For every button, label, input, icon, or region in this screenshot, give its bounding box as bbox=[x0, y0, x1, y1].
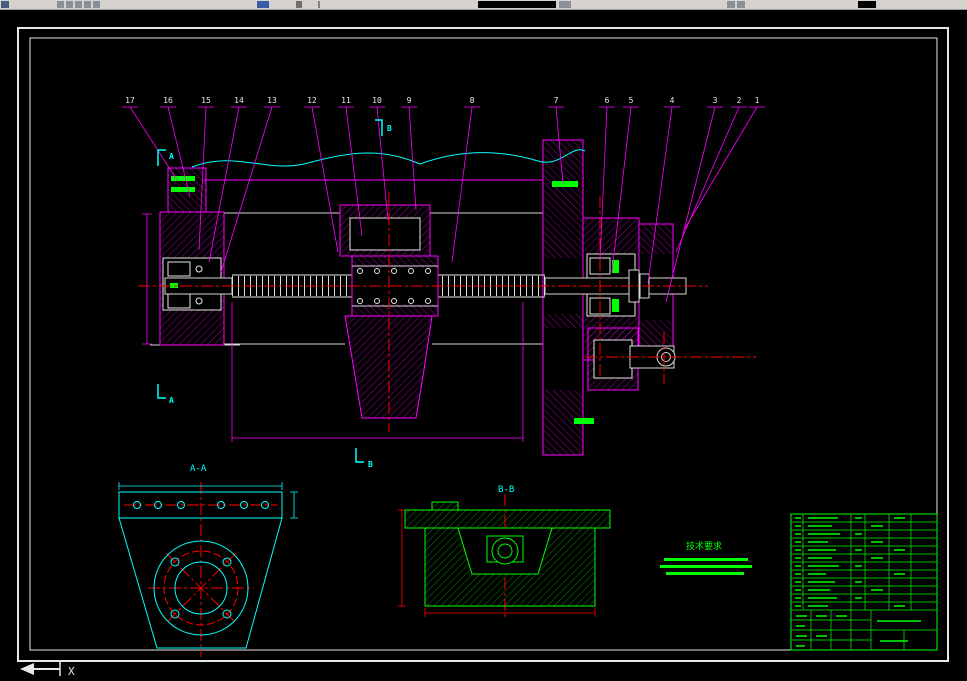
tech-requirements-line bbox=[666, 572, 744, 575]
tech-requirements-line bbox=[664, 558, 748, 561]
tech-requirements-line bbox=[660, 565, 752, 568]
section-view-bb: B-B bbox=[404, 485, 611, 607]
cut-mark-a-bottom: A bbox=[169, 396, 174, 405]
callout-label: 3 bbox=[713, 96, 718, 105]
drawing-canvas[interactable]: 17 16 15 14 13 12 11 10 9 8 7 6 5 4 3 2 … bbox=[0, 0, 967, 681]
callout-label: 4 bbox=[670, 96, 675, 105]
tech-requirements-title: 技术要求 bbox=[686, 540, 722, 552]
toolbar-icon[interactable] bbox=[737, 1, 745, 8]
toolbar-fragment bbox=[858, 1, 876, 8]
break-line bbox=[191, 149, 586, 168]
cad-window: 17 16 15 14 13 12 11 10 9 8 7 6 5 4 3 2 … bbox=[0, 0, 967, 681]
toolbar-input[interactable] bbox=[478, 1, 556, 8]
title-block bbox=[791, 609, 937, 650]
toolbar-icon[interactable] bbox=[257, 1, 269, 8]
toolbar-icon[interactable] bbox=[84, 1, 91, 8]
toolbar-separator bbox=[318, 1, 320, 8]
callout-label: 8 bbox=[470, 96, 475, 105]
ucs-icon: X bbox=[20, 662, 75, 678]
toolbar-icon[interactable] bbox=[296, 1, 302, 8]
bom-table bbox=[790, 513, 938, 651]
aa-view-label: A-A bbox=[190, 464, 207, 474]
toolbar-icon[interactable] bbox=[66, 1, 73, 8]
callout-label: 13 bbox=[267, 96, 277, 105]
toolbar bbox=[0, 0, 967, 10]
callout-label: 5 bbox=[629, 96, 634, 105]
main-assembly-view bbox=[150, 139, 687, 456]
callout-label: 6 bbox=[605, 96, 610, 105]
ucs-x-label: X bbox=[68, 665, 75, 678]
cut-mark-a-top: A bbox=[169, 152, 174, 161]
callout-label: 9 bbox=[407, 96, 412, 105]
callout-labels: 17 16 15 14 13 12 11 10 9 8 7 6 5 4 3 2 … bbox=[125, 96, 759, 105]
callout-label: 7 bbox=[554, 96, 559, 105]
toolbar-icon[interactable] bbox=[57, 1, 64, 8]
title-block-text-marks bbox=[796, 615, 921, 647]
callout-label: 12 bbox=[307, 96, 317, 105]
callout-label: 2 bbox=[737, 96, 742, 105]
callout-label: 15 bbox=[201, 96, 211, 105]
callout-label: 10 bbox=[372, 96, 382, 105]
toolbar-icon[interactable] bbox=[559, 1, 571, 8]
callout-label: 16 bbox=[163, 96, 173, 105]
callout-label: 11 bbox=[341, 96, 351, 105]
app-icon[interactable] bbox=[1, 1, 9, 8]
cut-mark-b-top: B bbox=[387, 124, 392, 133]
toolbar-icon[interactable] bbox=[93, 1, 100, 8]
tech-requirements: 技术要求 bbox=[660, 540, 752, 575]
toolbar-icon[interactable] bbox=[75, 1, 82, 8]
callout-label: 17 bbox=[125, 96, 135, 105]
callout-label: 1 bbox=[755, 96, 760, 105]
toolbar-icon[interactable] bbox=[727, 1, 735, 8]
cut-mark-b-bottom: B bbox=[368, 460, 373, 469]
bb-view-label: B-B bbox=[498, 485, 514, 495]
callout-label: 14 bbox=[234, 96, 244, 105]
